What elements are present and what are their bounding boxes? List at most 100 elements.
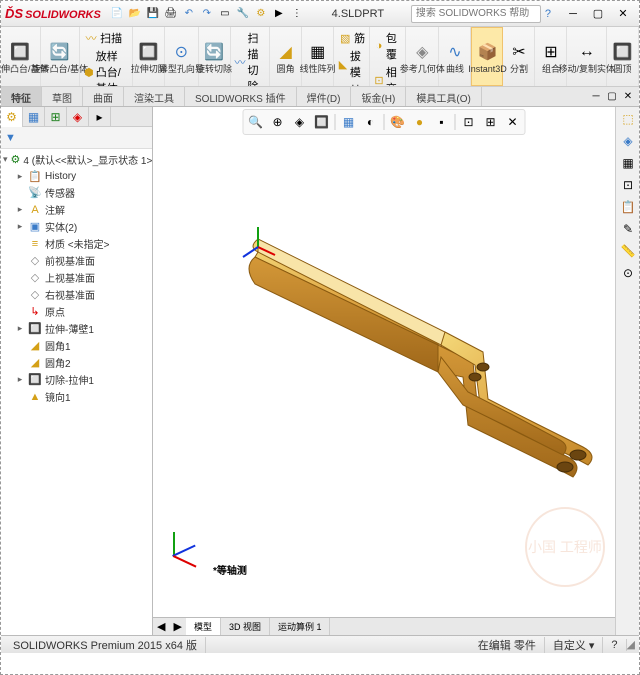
help-icon[interactable]: ?	[545, 8, 551, 20]
vp-hide[interactable]: ▪	[432, 112, 452, 132]
tab-mold[interactable]: 模具工具(O)	[406, 87, 481, 106]
draft-button[interactable]: ◣拔模	[336, 47, 367, 81]
sweep-cut-button[interactable]: 〰扫描切除	[233, 29, 268, 87]
vp-tab-next[interactable]: ▶	[169, 618, 185, 635]
hole-wizard-button[interactable]: ⊙异型孔向导	[165, 27, 198, 86]
tree-item[interactable]: ▸A注解	[15, 201, 150, 218]
tree-item[interactable]: ▸▣实体(2)	[15, 218, 150, 235]
tab-surfaces[interactable]: 曲面	[83, 87, 124, 106]
task-custom-props[interactable]: ✎	[618, 219, 638, 239]
doc-minimize[interactable]: ─	[589, 90, 603, 104]
extrude-cut-button[interactable]: 🔲拉伸切除	[133, 27, 165, 86]
vp-section[interactable]: 🔲	[312, 112, 332, 132]
qat-print[interactable]: 🖨	[163, 6, 179, 22]
qat-undo[interactable]: ↶	[181, 6, 197, 22]
qat-macro[interactable]: ▶	[271, 6, 287, 22]
vp-tab-motion[interactable]: 运动算例 1	[270, 618, 331, 635]
vp-tab-model[interactable]: 模型	[186, 618, 221, 635]
tree-tab-config[interactable]: ⊞	[45, 107, 67, 127]
qat-rebuild[interactable]: 🔧	[235, 6, 251, 22]
doc-restore[interactable]: ▢	[605, 90, 619, 104]
qat-select[interactable]: ▭	[217, 6, 233, 22]
vp-close[interactable]: ✕	[503, 112, 523, 132]
vp-zoom[interactable]: 🔍	[246, 112, 266, 132]
tree-item[interactable]: ▸🔲拉伸-薄壁1	[15, 320, 150, 337]
loft-button[interactable]: ⬢放样凸台/基体	[82, 47, 130, 87]
tree-item[interactable]: ◇右视基准面	[15, 286, 150, 303]
vp-render[interactable]: ●	[410, 112, 430, 132]
split-button[interactable]: ✂分割	[503, 27, 535, 86]
fillet-button[interactable]: ◢圆角	[270, 27, 302, 86]
view-orientation-label: *等轴测	[213, 562, 247, 577]
qat-redo[interactable]: ↷	[199, 6, 215, 22]
move-copy-button[interactable]: ↔移动/复制实体	[567, 27, 607, 86]
tab-render[interactable]: 渲染工具	[124, 87, 185, 106]
status-resize-grip[interactable]: ◢	[627, 638, 635, 651]
status-help[interactable]: ?	[603, 639, 626, 651]
close-button[interactable]: ✕	[611, 5, 635, 23]
tab-sheetmetal[interactable]: 钣金(H)	[351, 87, 406, 106]
revolve-cut-button[interactable]: 🔄旋转切除	[199, 27, 231, 86]
vp-view[interactable]: ◈	[290, 112, 310, 132]
tree-item[interactable]: ↳原点	[15, 303, 150, 320]
ref-geometry-button[interactable]: ◈参考几何体	[406, 27, 439, 86]
tree-item[interactable]: ◢圆角1	[15, 337, 150, 354]
vp-scene[interactable]: ◐	[361, 112, 381, 132]
qat-options[interactable]: ⚙	[253, 6, 269, 22]
qat-open[interactable]: 📂	[127, 6, 143, 22]
vp-display[interactable]: ▦	[339, 112, 359, 132]
combine-button[interactable]: ⊞组合	[535, 27, 567, 86]
tree-root[interactable]: ▾⚙4 (默认<<默认>_显示状态 1>)	[3, 151, 150, 168]
task-resources[interactable]: ⬚	[618, 109, 638, 129]
vp-grid[interactable]: ⊡	[459, 112, 479, 132]
tree-item[interactable]: ▸🔲切除-拉伸1	[15, 371, 150, 388]
rib-button[interactable]: ▧筋	[336, 29, 367, 47]
canvas-3d[interactable]: *等轴测 小国 工程师	[153, 107, 615, 617]
extrude-boss-button[interactable]: 🔲拉伸凸台/基体	[1, 27, 41, 86]
tree-tab-property[interactable]: ▦	[23, 107, 45, 127]
curves-button[interactable]: ∿曲线	[439, 27, 471, 86]
tree-item[interactable]: ▸📋History	[15, 168, 150, 184]
minimize-button[interactable]: ─	[561, 5, 585, 23]
tab-sketch[interactable]: 草图	[42, 87, 83, 106]
vp-tab-prev[interactable]: ◀	[153, 618, 169, 635]
tree-item[interactable]: ▲镜向1	[15, 388, 150, 405]
tree-item[interactable]: 📡传感器	[15, 184, 150, 201]
qat-new[interactable]: 📄	[109, 6, 125, 22]
task-measure[interactable]: 📏	[618, 241, 638, 261]
instant3d-button[interactable]: 📦Instant3D	[471, 27, 503, 86]
maximize-button[interactable]: ▢	[586, 5, 610, 23]
task-view-palette[interactable]: ⊡	[618, 175, 638, 195]
viewport[interactable]: 🔍 ⊕ ◈ 🔲 ▦ ◐ 🎨 ● ▪ ⊡ ⊞ ✕	[153, 107, 615, 635]
task-appearances[interactable]: 📋	[618, 197, 638, 217]
tree-tab-feature[interactable]: ⚙	[1, 107, 23, 127]
qat-settings[interactable]: ⋮	[289, 6, 305, 22]
vp-appearance[interactable]: 🎨	[388, 112, 408, 132]
wrap-button[interactable]: ◑包覆	[372, 29, 403, 63]
qat-save[interactable]: 💾	[145, 6, 161, 22]
tab-weldments[interactable]: 焊件(D)	[297, 87, 352, 106]
tab-addins[interactable]: SOLIDWORKS 插件	[185, 87, 297, 106]
tree-tab-display[interactable]: ▸	[89, 107, 111, 127]
doc-close[interactable]: ✕	[621, 90, 635, 104]
status-custom[interactable]: 自定义 ▾	[545, 637, 604, 653]
task-design-lib[interactable]: ◈	[618, 131, 638, 151]
task-forum[interactable]: ⊙	[618, 263, 638, 283]
revolve-boss-button[interactable]: 🔄旋转凸台/基体	[41, 27, 81, 86]
tab-features[interactable]: 特征	[1, 87, 42, 106]
vp-split[interactable]: ⊞	[481, 112, 501, 132]
tree-tab-dimxpert[interactable]: ◈	[67, 107, 89, 127]
intersect-button[interactable]: ⊡相交	[372, 63, 403, 87]
help-search-input[interactable]	[411, 5, 541, 23]
tree-item[interactable]: ≡材质 <未指定>	[15, 235, 150, 252]
vp-tab-3dview[interactable]: 3D 视图	[221, 618, 270, 635]
task-file-explorer[interactable]: ▦	[618, 153, 638, 173]
tree-item[interactable]: ◇前视基准面	[15, 252, 150, 269]
tree-item[interactable]: ◇上视基准面	[15, 269, 150, 286]
linear-pattern-button[interactable]: ▦线性阵列	[302, 27, 334, 86]
dome-button[interactable]: 🔲圆顶	[607, 27, 639, 86]
vp-zoomfit[interactable]: ⊕	[268, 112, 288, 132]
sweep-button[interactable]: 〰扫描	[82, 29, 130, 47]
filter-icon[interactable]: ▼	[5, 132, 16, 144]
tree-item[interactable]: ◢圆角2	[15, 354, 150, 371]
